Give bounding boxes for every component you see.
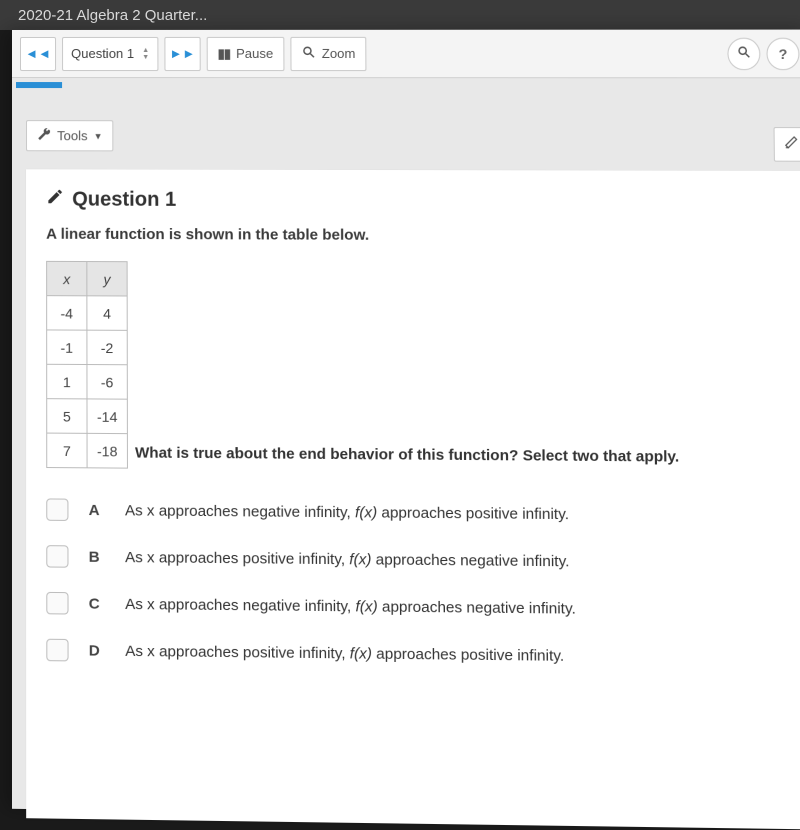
checkbox-b[interactable] [46,545,68,568]
answer-choices: A As x approaches negative infinity, f(x… [46,498,792,669]
choice-c: C As x approaches negative infinity, f(x… [46,592,791,622]
search-icon [737,45,752,62]
wrench-icon [37,127,51,144]
question-prompt: What is true about the end behavior of t… [135,444,679,465]
choice-a: A As x approaches negative infinity, f(x… [46,498,790,527]
choice-b: B As x approaches positive infinity, f(x… [46,545,791,574]
next-button[interactable]: ►► [164,36,200,70]
table-header-row: x y [47,261,128,296]
tools-label: Tools [57,128,87,143]
app-window: ◄◄ Question 1 ▲▼ ►► ▮▮ Pause Zoom [12,30,800,821]
zoom-label: Zoom [322,46,356,61]
checkbox-c[interactable] [46,592,68,615]
choice-d: D As x approaches positive infinity, f(x… [46,639,792,670]
caret-down-icon: ▼ [94,131,103,141]
tab-title: 2020-21 Algebra 2 Quarter... [18,7,207,24]
tools-dropdown[interactable]: Tools ▼ [26,120,114,151]
annotate-button[interactable] [774,127,800,162]
pencil-icon [46,187,64,211]
toolbar: ◄◄ Question 1 ▲▼ ►► ▮▮ Pause Zoom [12,30,800,79]
choice-text: As x approaches negative infinity, f(x) … [125,595,576,617]
prev-button[interactable]: ◄◄ [20,36,56,70]
question-title-text: Question 1 [72,188,176,211]
data-table: x y -44 -1-2 1-6 5-14 7-18 [46,261,128,469]
progress-bar [12,78,800,93]
choice-text: As x approaches positive infinity, f(x) … [125,548,569,570]
choice-letter: D [89,642,105,660]
tools-row: Tools ▼ [12,92,800,153]
browser-tab[interactable]: 2020-21 Algebra 2 Quarter... [0,0,800,30]
search-icon [302,45,316,62]
stepper-icon: ▲▼ [142,46,149,60]
double-chevron-right-icon: ►► [169,46,195,61]
choice-text: As x approaches positive infinity, f(x) … [125,642,564,664]
edit-icon [784,135,799,153]
choice-text: As x approaches negative infinity, f(x) … [125,502,569,523]
question-title: Question 1 [46,187,787,213]
search-button[interactable] [727,37,760,69]
question-selector[interactable]: Question 1 ▲▼ [62,36,158,70]
table-row: -1-2 [47,330,128,365]
table-row: 5-14 [47,399,128,434]
table-row: 1-6 [47,364,128,399]
choice-letter: C [89,595,105,612]
question-content: Question 1 A linear function is shown in… [26,169,800,829]
choice-letter: A [89,501,105,518]
checkbox-a[interactable] [46,498,68,521]
help-button[interactable]: ? [766,37,799,69]
pause-icon: ▮▮ [218,45,230,61]
help-icon: ? [778,45,787,61]
pause-label: Pause [236,46,273,61]
pause-button[interactable]: ▮▮ Pause [206,36,284,70]
question-selector-label: Question 1 [71,46,134,61]
zoom-button[interactable]: Zoom [290,36,366,70]
col-header-x: x [47,261,87,295]
col-header-y: y [87,262,127,296]
table-row: 7-18 [47,433,128,468]
checkbox-d[interactable] [46,639,68,662]
table-row: -44 [47,296,128,331]
double-chevron-left-icon: ◄◄ [25,46,51,61]
question-intro: A linear function is shown in the table … [46,226,787,246]
progress-segment [16,82,62,88]
choice-letter: B [89,548,105,565]
